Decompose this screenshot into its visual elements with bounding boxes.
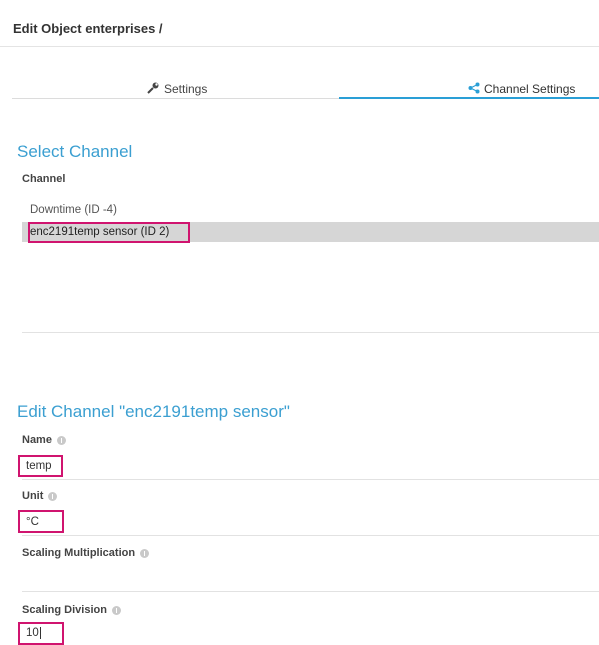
tab-channel-settings-label: Channel Settings: [484, 82, 576, 96]
scaling-multiplication-label-text: Scaling Multiplication: [22, 547, 136, 559]
name-label: Name: [22, 434, 66, 446]
edit-channel-heading: Edit Channel "enc2191temp sensor": [17, 402, 290, 421]
active-tab-indicator: [339, 97, 599, 99]
selected-channel-highlight: [28, 222, 190, 243]
wrench-icon: [147, 82, 160, 97]
scaling-division-label-text: Scaling Division: [22, 604, 107, 616]
channel-option-downtime[interactable]: Downtime (ID -4): [22, 200, 599, 220]
scaling-multiplication-underline: [22, 591, 599, 592]
scaling-division-highlight: [18, 622, 64, 645]
info-icon[interactable]: [56, 435, 66, 445]
channel-label: Channel: [22, 173, 66, 185]
info-icon[interactable]: [111, 605, 121, 615]
tab-divider: [12, 98, 339, 99]
select-channel-heading: Select Channel: [17, 142, 133, 161]
panel-header: Edit Object enterprises /: [0, 0, 599, 47]
share-icon: [468, 82, 480, 97]
scaling-multiplication-label: Scaling Multiplication: [22, 547, 150, 559]
tab-settings-label: Settings: [164, 82, 208, 96]
tab-channel-settings[interactable]: Channel Settings: [468, 80, 575, 98]
unit-field-underline: [22, 535, 599, 536]
info-icon[interactable]: [48, 491, 58, 501]
info-icon[interactable]: [140, 548, 150, 558]
scaling-division-label: Scaling Division: [22, 604, 121, 616]
channel-list[interactable]: Downtime (ID -4) enc2191temp sensor (ID …: [22, 200, 599, 333]
name-field-highlight: [18, 455, 63, 477]
unit-field-highlight: [18, 510, 64, 533]
name-field-underline: [22, 479, 599, 480]
name-label-text: Name: [22, 434, 52, 446]
tab-settings[interactable]: Settings: [147, 80, 207, 98]
panel-title: Edit Object enterprises /: [13, 21, 163, 36]
edit-object-panel: Edit Object enterprises / Settings Chann…: [0, 0, 599, 645]
unit-label: Unit: [22, 490, 58, 502]
unit-label-text: Unit: [22, 490, 44, 502]
